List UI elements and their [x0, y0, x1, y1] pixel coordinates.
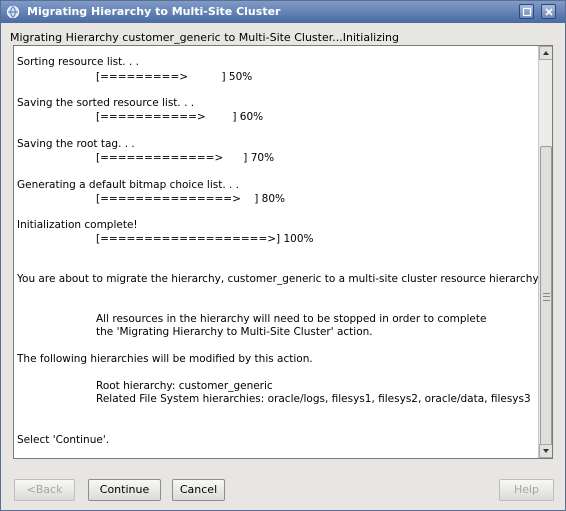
dialog-window: Migrating Hierarchy to Multi-Site Cluste…	[0, 0, 566, 511]
root-hierarchy-line: Root hierarchy: customer_generic	[96, 380, 273, 392]
vertical-scrollbar[interactable]	[538, 46, 552, 458]
arrow-up-icon	[543, 51, 549, 55]
select-continue-text: Select 'Continue'.	[17, 434, 110, 446]
scroll-up-button[interactable]	[539, 46, 552, 60]
step-3-label: Saving the root tag. . .	[17, 138, 135, 150]
close-window-button[interactable]	[541, 4, 556, 19]
restore-window-icon	[522, 7, 532, 17]
step-5-progress-bar: [===================>] 100%	[96, 233, 314, 245]
step-3-progress-bar: [=============> ] 70%	[96, 152, 275, 164]
window-title: Migrating Hierarchy to Multi-Site Cluste…	[27, 5, 281, 18]
stop-notice-line-2: the 'Migrating Hierarchy to Multi-Site C…	[96, 326, 373, 338]
continue-button[interactable]: Continue	[88, 479, 161, 501]
app-globe-icon	[6, 5, 20, 19]
cancel-button[interactable]: Cancel	[172, 479, 225, 501]
related-fs-line: Related File System hierarchies: oracle/…	[96, 393, 531, 405]
modified-notice: The following hierarchies will be modifi…	[17, 353, 313, 365]
scrollbar-thumb[interactable]	[540, 146, 552, 446]
title-bar[interactable]: Migrating Hierarchy to Multi-Site Cluste…	[1, 1, 565, 23]
arrow-down-icon	[543, 449, 549, 453]
migrate-notice: You are about to migrate the hierarchy, …	[17, 273, 541, 285]
grip-icon	[543, 293, 550, 301]
step-4-progress-bar: [===============> ] 80%	[96, 193, 285, 205]
log-panel[interactable]: Sorting resource list. . . [=========> ]…	[13, 45, 553, 459]
scroll-down-button[interactable]	[539, 444, 552, 458]
status-header: Migrating Hierarchy customer_generic to …	[10, 31, 400, 44]
step-2-progress-bar: [===========> ] 60%	[96, 111, 264, 123]
step-5-label: Initialization complete!	[17, 219, 138, 231]
help-button[interactable]: Help	[499, 479, 554, 501]
stop-notice-line-1: All resources in the hierarchy will need…	[96, 313, 487, 325]
back-button[interactable]: <Back	[14, 479, 75, 501]
step-4-label: Generating a default bitmap choice list.…	[17, 179, 240, 191]
close-window-icon	[545, 8, 553, 16]
step-1-label: Sorting resource list. . .	[17, 56, 139, 68]
restore-window-button[interactable]	[519, 4, 534, 19]
step-1-progress-bar: [=========> ] 50%	[96, 71, 253, 83]
step-2-label: Saving the sorted resource list. . .	[17, 97, 195, 109]
